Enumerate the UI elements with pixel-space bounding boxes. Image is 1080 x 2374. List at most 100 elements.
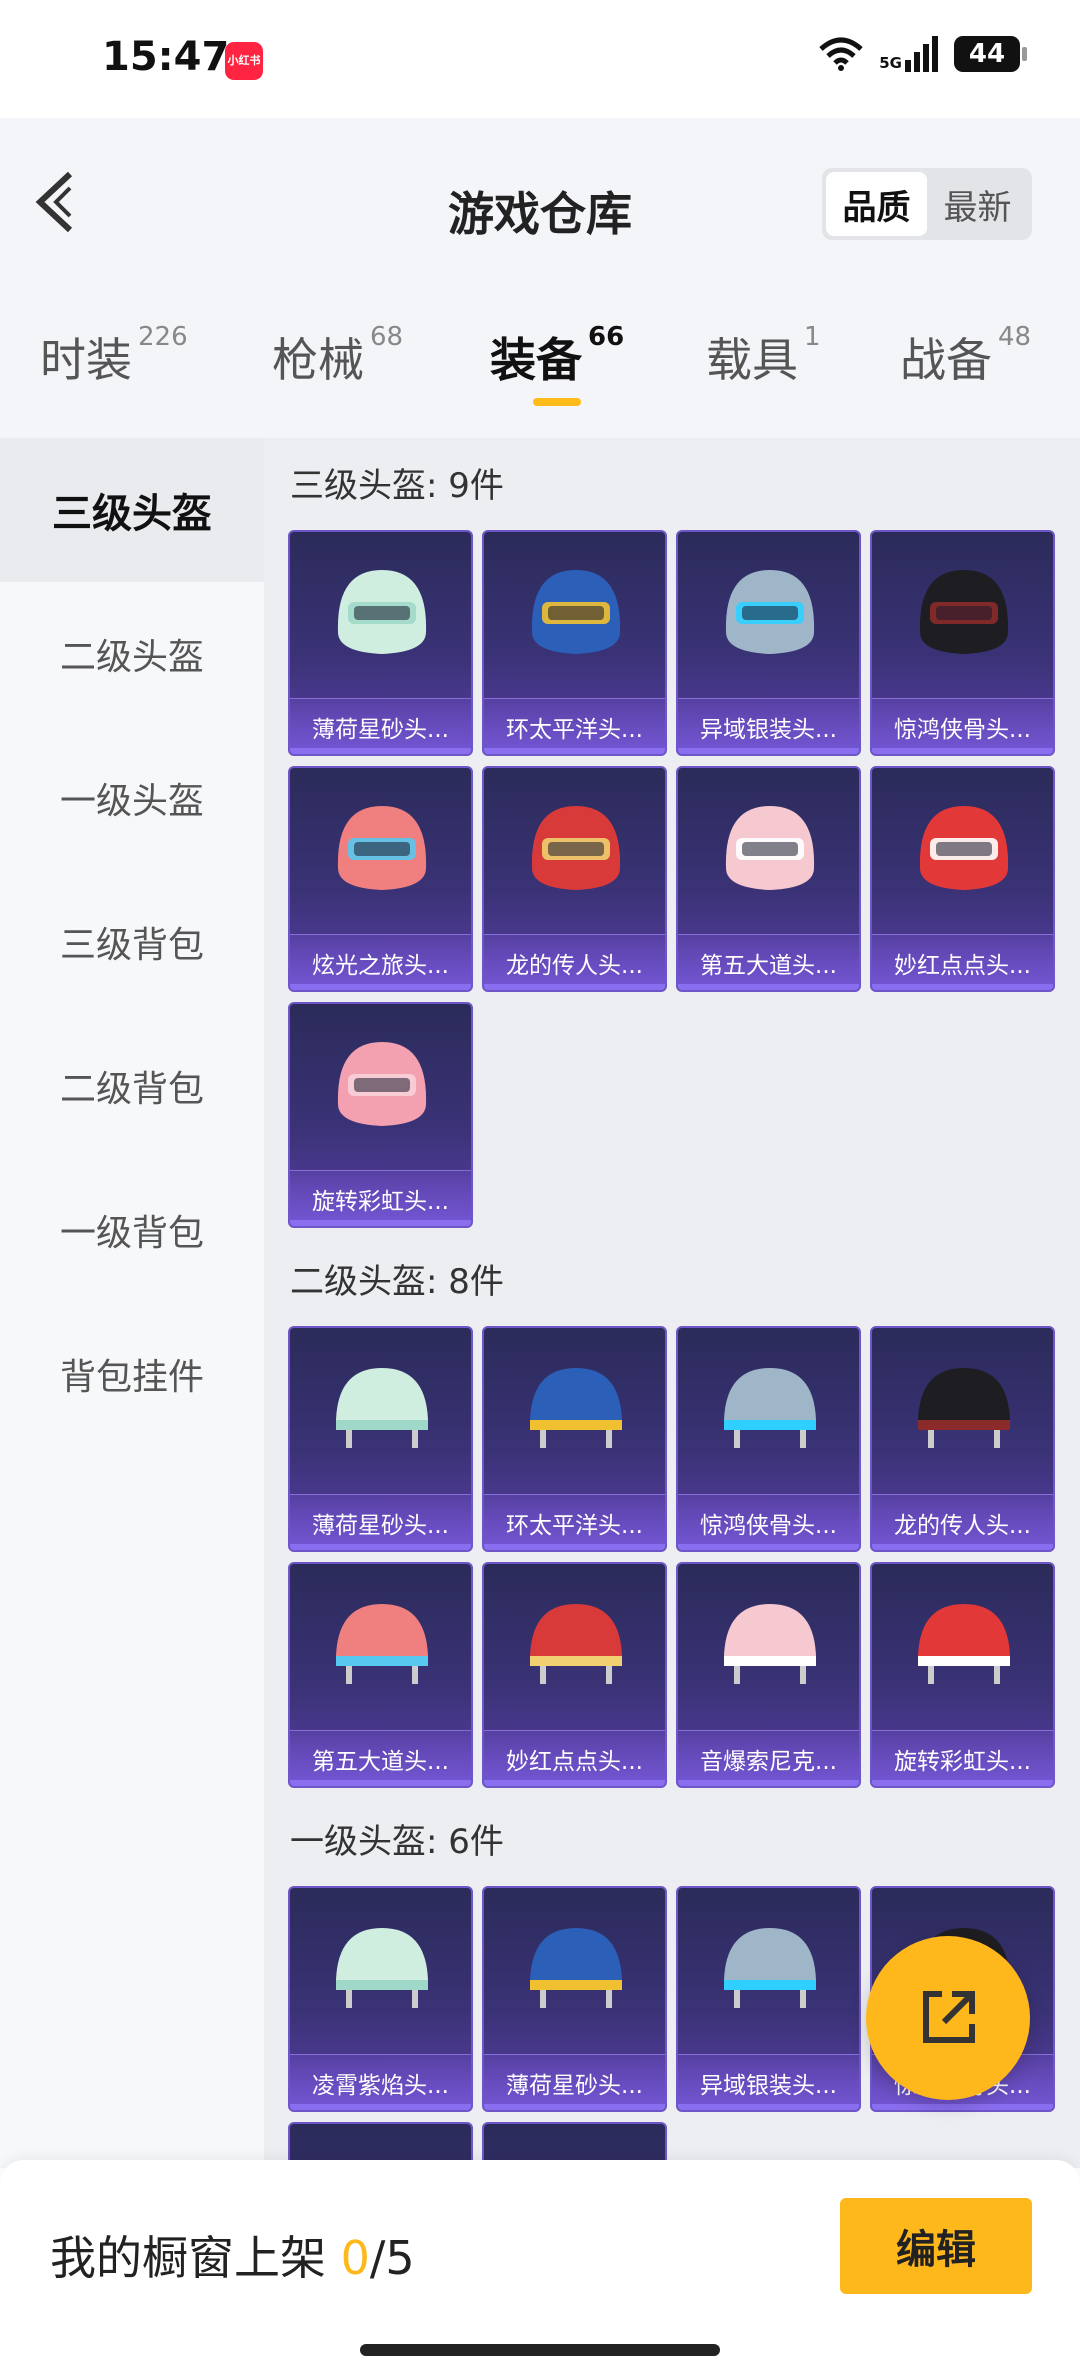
item-card[interactable]: 异域银装头... [676,1886,861,2112]
rarity-stripe [290,748,471,754]
item-card[interactable]: 第五大道头... [676,766,861,992]
item-content: 三级头盔: 9件 薄荷星砂头... 环太平洋头... 异域银装头... 惊鸿侠骨… [264,438,1080,2168]
item-name: 环太平洋头... [484,1494,665,1550]
item-name: 异域银装头... [678,698,859,754]
status-time: 15:47 [102,34,230,80]
sort-latest-button[interactable]: 最新 [927,172,1028,236]
item-card[interactable]: 妙红点点头... [482,1562,667,1788]
helmet-image [716,1918,824,2018]
item-card[interactable]: 龙的传人头... [482,766,667,992]
share-button[interactable] [866,1936,1030,2100]
tab-guns[interactable]: 枪械 68 [272,322,403,390]
helmet-image [522,1918,630,2018]
item-card[interactable]: 旋转彩虹头... [870,1562,1055,1788]
helmet-image [522,1594,630,1694]
helmet-image [328,1918,436,2018]
item-name: 薄荷星砂头... [484,2054,665,2110]
rarity-stripe [872,1544,1053,1550]
item-card[interactable]: 第五大道头... [288,1562,473,1788]
item-card[interactable]: 旋转彩虹头... [288,1002,473,1228]
rarity-stripe [872,1780,1053,1786]
item-name: 第五大道头... [290,1730,471,1786]
rarity-stripe [290,1780,471,1786]
item-card[interactable]: 薄荷星砂头... [288,1326,473,1552]
rarity-stripe [678,1544,859,1550]
rarity-stripe [290,1544,471,1550]
item-card[interactable]: 薄荷星砂头... [288,530,473,756]
helmet-image [328,798,436,898]
rarity-stripe [484,1780,665,1786]
tab-supplies[interactable]: 战备 48 [900,322,1031,390]
sidebar-item-level2-backpack[interactable]: 二级背包 [0,1014,264,1158]
game-warehouse-page: 15:47 小红书 5G 44 游戏仓库 品质 最新 时装 226 枪械 68 … [0,0,1080,2374]
rarity-stripe [484,1544,665,1550]
sort-toggle: 品质 最新 [822,168,1032,240]
helmet-image [522,798,630,898]
item-name: 异域银装头... [678,2054,859,2110]
helmet-image [910,1358,1018,1458]
rarity-stripe [678,2104,859,2110]
rarity-stripe [678,748,859,754]
rarity-stripe [872,984,1053,990]
sidebar-item-backpack-pendant[interactable]: 背包挂件 [0,1302,264,1446]
showcase-counter: 我的橱窗上架 0/5 [50,2231,415,2285]
sidebar-item-level2-helmet[interactable]: 二级头盔 [0,582,264,726]
helmet-image [716,798,824,898]
sidebar-item-level3-helmet[interactable]: 三级头盔 [0,438,264,582]
rarity-stripe [484,748,665,754]
tab-vehicles[interactable]: 载具 1 [706,322,821,390]
item-card[interactable]: 凌霄紫焰头... [288,1886,473,2112]
helmet-image [910,1594,1018,1694]
section-title-level3: 三级头盔: 9件 [290,466,504,506]
status-bar: 15:47 小红书 5G 44 [0,0,1080,118]
sidebar-item-level1-backpack[interactable]: 一级背包 [0,1158,264,1302]
helmet-image [716,1358,824,1458]
network-type: 5G [879,54,902,72]
section-title-level2: 二级头盔: 8件 [290,1262,504,1302]
item-grid-level2: 薄荷星砂头... 环太平洋头... 惊鸿侠骨头... 龙的传人头... 第五大道… [288,1326,1060,1788]
sidebar: 三级头盔 二级头盔 一级头盔 三级背包 二级背包 一级背包 背包挂件 [0,438,264,2168]
item-name: 薄荷星砂头... [290,698,471,754]
helmet-image [910,562,1018,662]
helmet-image [522,1358,630,1458]
helmet-image [716,562,824,662]
item-card[interactable]: 惊鸿侠骨头... [676,1326,861,1552]
sort-quality-button[interactable]: 品质 [826,172,927,236]
helmet-image [328,1034,436,1134]
sidebar-item-level3-backpack[interactable]: 三级背包 [0,870,264,1014]
item-name: 龙的传人头... [872,1494,1053,1550]
item-card[interactable]: 环太平洋头... [482,1326,667,1552]
item-card[interactable]: 惊鸿侠骨头... [870,530,1055,756]
rarity-stripe [290,984,471,990]
helmet-image [328,562,436,662]
rarity-stripe [290,1220,471,1226]
item-card[interactable]: 龙的传人头... [870,1326,1055,1552]
helmet-image [716,1594,824,1694]
item-name: 炫光之旅头... [290,934,471,990]
item-name: 龙的传人头... [484,934,665,990]
item-card[interactable]: 环太平洋头... [482,530,667,756]
edit-button[interactable]: 编辑 [840,2198,1032,2294]
rarity-stripe [678,984,859,990]
rarity-stripe [872,748,1053,754]
item-name: 惊鸿侠骨头... [872,698,1053,754]
helmet-image [910,798,1018,898]
helmet-image [328,1358,436,1458]
item-card[interactable]: 炫光之旅头... [288,766,473,992]
battery-icon: 44 [954,36,1027,72]
item-card[interactable]: 异域银装头... [676,530,861,756]
rarity-stripe [678,1780,859,1786]
item-name: 凌霄紫焰头... [290,2054,471,2110]
item-card[interactable]: 音爆索尼克... [676,1562,861,1788]
rarity-stripe [290,2104,471,2110]
tab-fashion[interactable]: 时装 226 [40,322,188,390]
item-grid-level3: 薄荷星砂头... 环太平洋头... 异域银装头... 惊鸿侠骨头... 炫光之旅… [288,530,1060,1228]
helmet-image [522,562,630,662]
sidebar-item-level1-helmet[interactable]: 一级头盔 [0,726,264,870]
xiaohongshu-app-icon: 小红书 [225,42,263,80]
item-card[interactable]: 妙红点点头... [870,766,1055,992]
item-card[interactable]: 薄荷星砂头... [482,1886,667,2112]
item-name: 音爆索尼克... [678,1730,859,1786]
tab-equipment[interactable]: 装备 66 [490,322,624,390]
status-right: 5G 44 [819,36,1027,72]
